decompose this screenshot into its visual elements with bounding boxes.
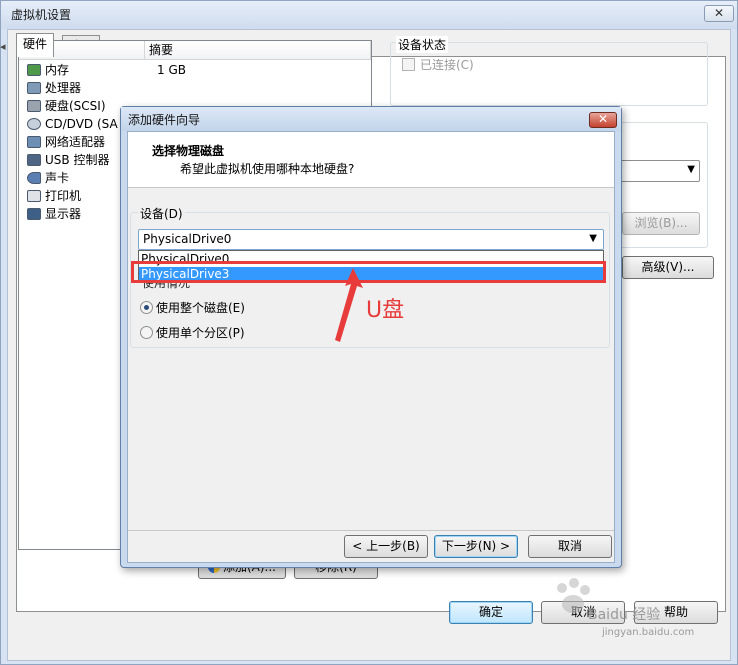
annotation-arrow-icon: [335, 268, 363, 342]
baidu-paw-icon: [557, 578, 590, 613]
column-header-summary[interactable]: 摘要: [145, 41, 371, 60]
use-whole-disk-label: 使用整个磁盘(E): [156, 301, 245, 315]
connected-checkbox[interactable]: [402, 58, 415, 71]
device-name: CD/DVD (SA: [45, 117, 118, 131]
background-window-fragment: ◂: [0, 40, 6, 53]
device-status-label: 设备状态: [396, 36, 449, 53]
wizard-header: 选择物理磁盘 希望此虚拟机使用哪种本地硬盘?: [128, 132, 614, 188]
use-whole-disk-radio[interactable]: [140, 301, 153, 314]
chevron-down-icon: ▼: [589, 233, 597, 244]
wizard-cancel-button[interactable]: 取消: [528, 535, 612, 558]
wizard-titlebar[interactable]: 添加硬件向导 ✕: [121, 107, 621, 131]
browse-button[interactable]: 浏览(B)...: [622, 212, 700, 235]
device-name: 硬盘(SCSI): [45, 99, 106, 113]
annotation-label: U盘: [366, 298, 405, 323]
drive-select-value: PhysicalDrive0: [143, 232, 232, 246]
window-close-button[interactable]: ✕: [704, 5, 734, 22]
wizard-title: 添加硬件向导: [128, 113, 201, 127]
wizard-divider: [128, 530, 614, 531]
drive-select[interactable]: PhysicalDrive0 ▼: [138, 229, 604, 250]
harddisk-icon: [27, 100, 41, 112]
memory-icon: [27, 64, 41, 76]
sound-icon: [27, 172, 41, 184]
wizard-close-button[interactable]: ✕: [589, 112, 617, 128]
cpu-icon: [27, 82, 41, 94]
device-summary: 1 GB: [157, 63, 186, 77]
next-button[interactable]: 下一步(N) >: [434, 535, 518, 558]
cdrom-icon: [27, 118, 41, 130]
device-name: 内存: [45, 63, 70, 77]
connection-select[interactable]: ▼: [620, 160, 700, 182]
device-group-label: 设备(D): [138, 205, 185, 222]
wizard-heading: 选择物理磁盘: [152, 144, 225, 158]
watermark-url: jingyan.baidu.com: [602, 627, 695, 638]
monitor-icon: [27, 208, 41, 220]
vm-settings-titlebar[interactable]: 虚拟机设置 ✕: [1, 1, 737, 29]
device-name: 显示器: [45, 207, 82, 221]
usb-icon: [27, 154, 41, 166]
device-row-memory[interactable]: 内存 1 GB: [19, 61, 371, 79]
network-icon: [27, 136, 41, 148]
device-name: 处理器: [45, 81, 82, 95]
wizard-subheading: 希望此虚拟机使用哪种本地硬盘?: [180, 162, 355, 176]
tab-hardware[interactable]: 硬件: [16, 33, 55, 57]
use-partition-label: 使用单个分区(P): [156, 326, 245, 340]
device-name: 网络适配器: [45, 135, 106, 149]
device-name: 打印机: [45, 189, 82, 203]
highlight-box: [131, 261, 606, 283]
use-partition-radio[interactable]: [140, 326, 153, 339]
chevron-down-icon: ▼: [687, 164, 695, 175]
device-row-cpu[interactable]: 处理器: [19, 79, 371, 97]
connected-label: 已连接(C): [420, 58, 474, 72]
back-button[interactable]: < 上一步(B): [344, 535, 428, 558]
device-name: 声卡: [45, 171, 70, 185]
window-title: 虚拟机设置: [11, 8, 72, 22]
printer-icon: [27, 190, 41, 202]
watermark-text: Baidu 经验: [588, 607, 661, 623]
advanced-button[interactable]: 高级(V)...: [622, 256, 714, 279]
device-name: USB 控制器: [45, 153, 110, 167]
ok-button[interactable]: 确定: [449, 601, 533, 624]
